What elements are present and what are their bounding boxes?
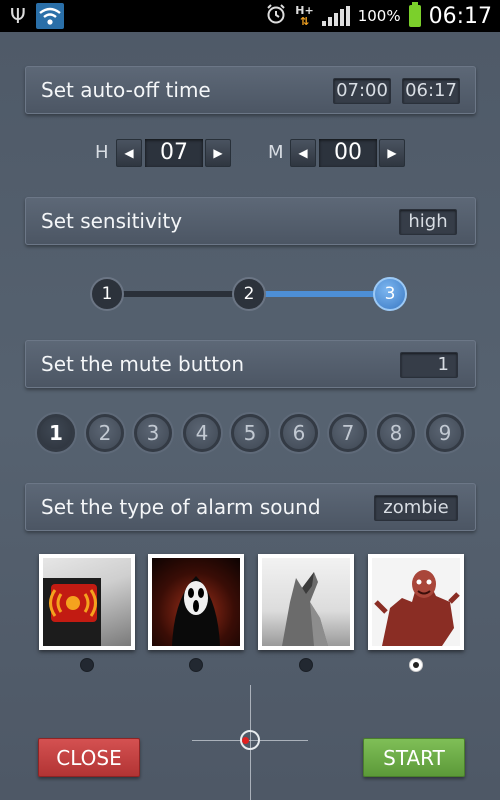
mute-option-9[interactable]: 9 [426,414,464,452]
alarm-radio-scream[interactable] [189,658,203,672]
hour-value: 07 [145,139,203,167]
alarm-sound-title: Set the type of alarm sound [41,495,321,519]
start-button[interactable]: START [363,738,465,777]
hour-label: H [95,142,109,163]
wolf-icon [282,572,328,646]
alarm-radio-zombie[interactable] [409,658,423,672]
crosshair-center-dot [242,737,249,744]
alarm-option-scream[interactable] [148,554,244,650]
mute-option-1[interactable]: 1 [37,414,75,452]
auto-off-title: Set auto-off time [41,78,211,102]
minute-increment-button[interactable]: ▶ [379,139,405,167]
zombie-icon [374,570,460,646]
sensitivity-title: Set sensitivity [41,209,183,233]
mute-option-8[interactable]: 8 [377,414,415,452]
close-button[interactable]: CLOSE [38,738,140,777]
mute-option-5[interactable]: 5 [231,414,269,452]
auto-off-set-time: 07:00 [333,78,391,104]
sensitivity-slider-fill [250,291,390,297]
minute-value: 00 [319,139,377,167]
minute-decrement-button[interactable]: ◀ [290,139,316,167]
usb-icon: Ψ [10,4,26,28]
mute-button-value: 1 [400,352,458,378]
mute-option-6[interactable]: 6 [280,414,318,452]
mute-button-title: Set the mute button [41,352,245,376]
battery-charging-icon [408,2,421,27]
scream-mask-icon [172,576,220,646]
auto-off-current-time: 06:17 [402,78,460,104]
alarm-option-wolf[interactable] [258,554,354,650]
mute-option-7[interactable]: 7 [329,414,367,452]
alarm-option-siren[interactable] [39,554,135,650]
sensitivity-level-3[interactable]: 3 [373,277,407,311]
hour-decrement-button[interactable]: ◀ [116,139,142,167]
alarm-clock-icon [265,3,287,30]
sensitivity-panel: Set sensitivity high [25,197,476,245]
alarm-option-zombie[interactable] [368,554,464,650]
signal-icon [321,6,350,26]
sensitivity-level-2[interactable]: 2 [232,277,266,311]
wifi-icon [35,3,64,29]
sensitivity-value: high [399,209,457,235]
network-hplus-icon: H+ ⇅ [295,4,314,28]
mute-button-panel: Set the mute button 1 [25,340,476,388]
sensitivity-level-1[interactable]: 1 [90,277,124,311]
alarm-sound-panel: Set the type of alarm sound zombie [25,483,476,531]
status-clock: 06:17 [428,3,492,29]
status-bar: Ψ H+ ⇅ 100% 06:17 [0,0,500,32]
alarm-sound-value: zombie [374,495,458,521]
siren-icon [43,578,101,646]
mute-option-2[interactable]: 2 [86,414,124,452]
battery-percent: 100% [357,7,401,25]
alarm-radio-siren[interactable] [80,658,94,672]
mute-option-4[interactable]: 4 [183,414,221,452]
alarm-radio-wolf[interactable] [299,658,313,672]
minute-label: M [268,142,284,163]
mute-option-3[interactable]: 3 [134,414,172,452]
hour-increment-button[interactable]: ▶ [205,139,231,167]
auto-off-panel: Set auto-off time 07:00 06:17 [25,66,476,114]
